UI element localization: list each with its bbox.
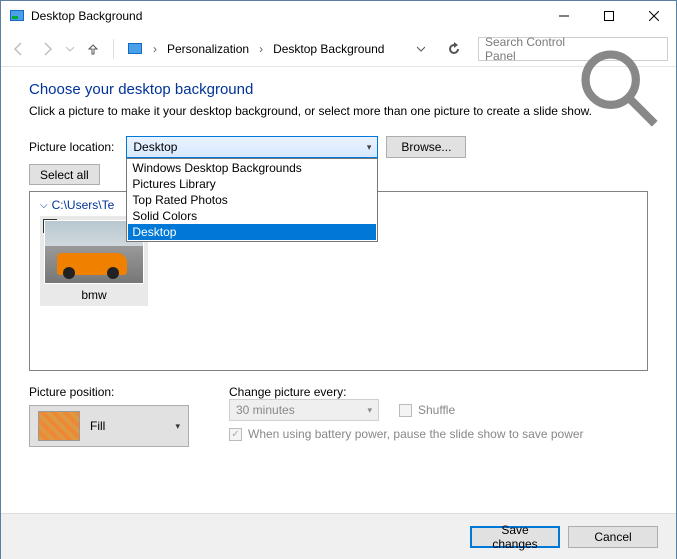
- minimize-button[interactable]: [541, 1, 586, 31]
- picture-position-label: Picture position:: [29, 385, 189, 399]
- page-subtext: Click a picture to make it your desktop …: [29, 104, 648, 118]
- close-button[interactable]: [631, 1, 676, 31]
- chevron-down-icon: ▾: [367, 405, 372, 416]
- dropdown-option[interactable]: Pictures Library: [128, 176, 376, 192]
- position-preview: [38, 411, 80, 441]
- dropdown-option[interactable]: Top Rated Photos: [128, 192, 376, 208]
- thumbnail-caption: bmw: [44, 284, 144, 302]
- change-interval-select: 30 minutes ▾: [229, 399, 379, 421]
- position-value: Fill: [90, 419, 165, 433]
- select-all-button[interactable]: Select all: [29, 164, 100, 185]
- interval-value: 30 minutes: [236, 403, 295, 417]
- titlebar: Desktop Background: [1, 1, 676, 31]
- cancel-button[interactable]: Cancel: [568, 526, 658, 548]
- nav-back-button[interactable]: [7, 37, 31, 61]
- group-path: C:\Users\Te: [52, 198, 115, 212]
- chevron-down-icon: ⌵: [40, 200, 48, 211]
- save-button[interactable]: Save changes: [470, 526, 560, 548]
- nav-up-button[interactable]: [81, 37, 105, 61]
- picture-position-select[interactable]: Fill ▾: [29, 405, 189, 447]
- shuffle-checkbox: [399, 404, 412, 417]
- battery-label: When using battery power, pause the slid…: [248, 427, 584, 441]
- separator: [113, 39, 114, 59]
- dropdown-option-selected[interactable]: Desktop: [128, 224, 376, 240]
- search-input[interactable]: Search Control Panel: [478, 37, 668, 61]
- chevron-down-icon: ▾: [367, 142, 372, 153]
- footer: Save changes Cancel: [1, 513, 676, 559]
- chevron-down-icon: ▾: [175, 421, 180, 432]
- dropdown-option[interactable]: Windows Desktop Backgrounds: [128, 160, 376, 176]
- shuffle-label: Shuffle: [418, 403, 455, 417]
- window-title: Desktop Background: [31, 9, 541, 23]
- navbar: › Personalization › Desktop Background S…: [1, 31, 676, 67]
- shuffle-option: Shuffle: [399, 403, 455, 417]
- battery-option: ✓ When using battery power, pause the sl…: [229, 427, 648, 441]
- nav-recent-dropdown[interactable]: [63, 37, 77, 61]
- combo-value: Desktop: [133, 140, 177, 154]
- breadcrumb-icon: [127, 41, 143, 57]
- app-icon: [9, 8, 25, 24]
- breadcrumb[interactable]: › Personalization › Desktop Background: [122, 37, 434, 61]
- browse-button[interactable]: Browse...: [386, 136, 466, 158]
- dropdown-option[interactable]: Solid Colors: [128, 208, 376, 224]
- maximize-button[interactable]: [586, 1, 631, 31]
- breadcrumb-item[interactable]: Personalization: [163, 40, 253, 58]
- picture-location-combo[interactable]: Desktop ▾ Windows Desktop Backgrounds Pi…: [126, 136, 378, 158]
- search-icon: [573, 42, 661, 56]
- chevron-right-icon[interactable]: ›: [255, 42, 267, 56]
- breadcrumb-item[interactable]: Desktop Background: [269, 40, 388, 58]
- search-placeholder: Search Control Panel: [485, 35, 573, 63]
- nav-forward-button[interactable]: [35, 37, 59, 61]
- picture-location-label: Picture location:: [29, 140, 114, 154]
- chevron-right-icon[interactable]: ›: [149, 42, 161, 56]
- page-title: Choose your desktop background: [29, 81, 648, 98]
- battery-checkbox: ✓: [229, 428, 242, 441]
- picture-location-dropdown: Windows Desktop Backgrounds Pictures Lib…: [126, 158, 378, 242]
- breadcrumb-history-dropdown[interactable]: [413, 42, 429, 56]
- change-picture-label: Change picture every:: [229, 385, 346, 399]
- refresh-button[interactable]: [442, 37, 466, 61]
